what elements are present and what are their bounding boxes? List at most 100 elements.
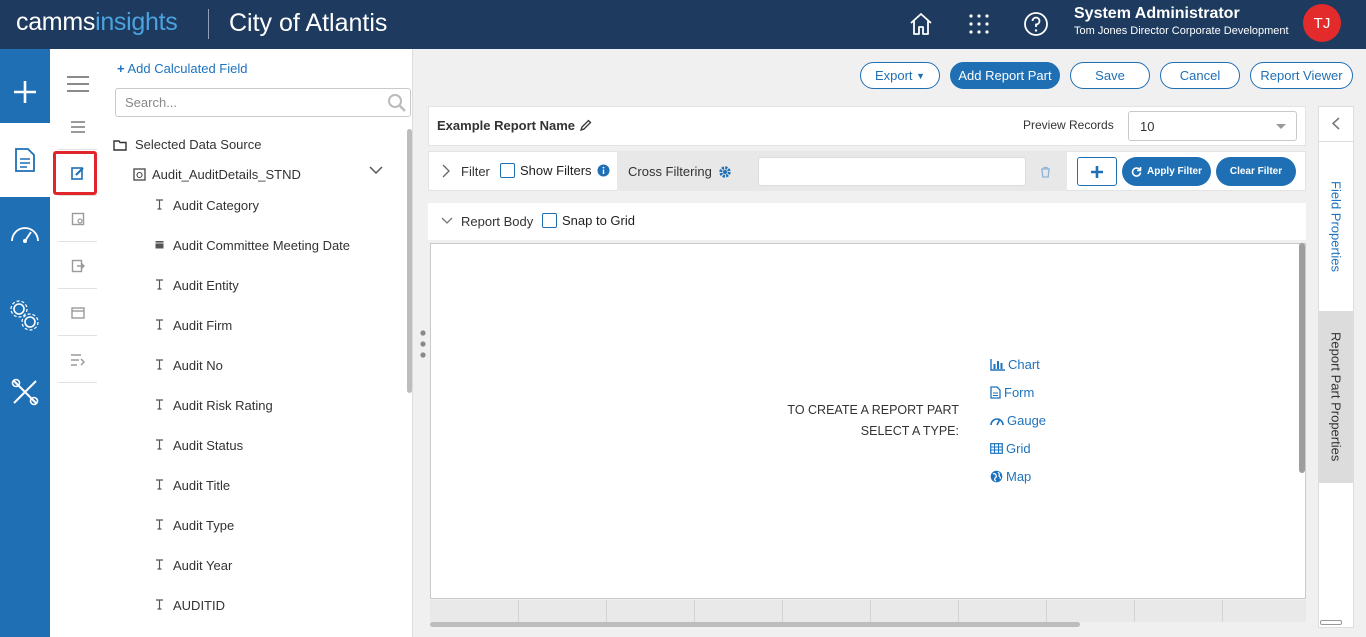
- calendar-icon: [155, 240, 164, 252]
- text-field-icon: [155, 518, 164, 533]
- tools-nav-item[interactable]: [0, 355, 50, 429]
- report-icon: [15, 148, 35, 172]
- header-divider: [208, 9, 209, 39]
- gear-icon[interactable]: [718, 165, 732, 179]
- add-report-part-button[interactable]: Add Report Part: [950, 62, 1060, 89]
- plus-icon: +: [117, 61, 125, 76]
- canvas-scrollbar[interactable]: [1299, 243, 1305, 473]
- add-filter-button[interactable]: [1077, 157, 1117, 186]
- caret-down-icon: [1276, 124, 1286, 129]
- apply-filter-button[interactable]: Apply Filter: [1122, 157, 1211, 186]
- field-list-item[interactable]: Audit Entity: [155, 278, 239, 293]
- refresh-icon: [1131, 167, 1142, 177]
- type-gauge-link[interactable]: Gauge: [990, 413, 1046, 428]
- gauge-icon: [990, 417, 1004, 425]
- filter-label[interactable]: Filter: [461, 164, 490, 179]
- field-list-item[interactable]: Audit Year: [155, 558, 232, 573]
- apps-grid-icon[interactable]: [964, 9, 994, 39]
- grid-table-icon: [990, 443, 1003, 454]
- export-dropdown-button[interactable]: Export ▼: [860, 62, 940, 89]
- form-icon: [990, 386, 1001, 399]
- table-icon: [133, 168, 146, 181]
- type-map-link[interactable]: Map: [990, 469, 1031, 484]
- info-icon[interactable]: [597, 164, 610, 177]
- hamburger-menu-icon[interactable]: [58, 61, 98, 107]
- text-field-icon: [155, 358, 164, 373]
- secondary-nav-rail: [50, 49, 98, 637]
- field-list-panel: + Add Calculated Field Selected Data Sou…: [97, 49, 413, 637]
- chevron-right-icon[interactable]: [442, 164, 450, 181]
- field-list-item[interactable]: Audit Status: [155, 438, 243, 453]
- help-icon[interactable]: [1021, 9, 1051, 39]
- cancel-button[interactable]: Cancel: [1160, 62, 1240, 89]
- field-list-item[interactable]: Audit Title: [155, 478, 230, 493]
- text-field-icon: [155, 318, 164, 333]
- caret-down-icon: ▼: [916, 70, 926, 81]
- dashboard-gauge-icon: [11, 227, 39, 243]
- type-chart-link[interactable]: Chart: [990, 357, 1040, 372]
- clear-filter-button[interactable]: Clear Filter: [1216, 157, 1296, 186]
- report-body-label[interactable]: Report Body: [461, 214, 533, 229]
- search-icon[interactable]: [387, 93, 407, 113]
- chevron-left-icon: [1332, 117, 1340, 130]
- folder-open-icon: [113, 139, 127, 151]
- user-avatar[interactable]: TJ: [1303, 4, 1341, 42]
- selected-data-source[interactable]: Selected Data Source: [113, 137, 261, 152]
- add-calculated-field-link[interactable]: + Add Calculated Field: [117, 61, 247, 76]
- show-filters-toggle[interactable]: Show Filters: [500, 163, 610, 178]
- text-field-icon: [155, 558, 164, 573]
- type-grid-link[interactable]: Grid: [990, 441, 1031, 456]
- panel-splitter-handle[interactable]: [420, 330, 426, 360]
- camms-insights-logo[interactable]: cammsinsights: [16, 8, 178, 37]
- collapse-panel-button[interactable]: [1318, 106, 1354, 142]
- chevron-down-icon[interactable]: [441, 217, 453, 225]
- text-field-icon: [155, 598, 164, 613]
- settings-gears-icon: [10, 300, 39, 331]
- field-list-item[interactable]: Audit Firm: [155, 318, 232, 333]
- field-list-item[interactable]: Audit No: [155, 358, 223, 373]
- field-list-scrollbar[interactable]: [407, 129, 412, 393]
- snap-to-grid-toggle[interactable]: Snap to Grid: [542, 213, 635, 228]
- field-search-input[interactable]: [115, 88, 411, 117]
- field-list-item[interactable]: Audit Category: [155, 198, 259, 213]
- settings-nav-item[interactable]: [0, 279, 50, 353]
- add-nav-item[interactable]: [0, 55, 50, 129]
- globe-icon: [990, 470, 1003, 483]
- report-preview-icon[interactable]: [58, 196, 98, 242]
- user-name[interactable]: System Administrator: [1074, 5, 1240, 23]
- panel-resize-handle[interactable]: [1320, 620, 1342, 625]
- list-icon[interactable]: [58, 104, 98, 150]
- preview-records-select[interactable]: 10: [1128, 111, 1297, 141]
- canvas-horizontal-scrollbar[interactable]: [430, 622, 1080, 627]
- reports-nav-item[interactable]: [0, 123, 50, 197]
- report-viewer-button[interactable]: Report Viewer: [1250, 62, 1353, 89]
- show-filters-checkbox[interactable]: [500, 163, 515, 178]
- tools-icon: [11, 378, 39, 406]
- bar-chart-icon: [990, 358, 1005, 371]
- column-grid-strip: [430, 600, 1306, 622]
- dashboards-nav-item[interactable]: [0, 197, 50, 271]
- pencil-icon[interactable]: [579, 119, 592, 132]
- text-field-icon: [155, 198, 164, 213]
- cross-filter-input[interactable]: [758, 157, 1026, 186]
- text-field-icon: [155, 398, 164, 413]
- calendar-icon[interactable]: [58, 290, 98, 336]
- data-table-node[interactable]: Audit_AuditDetails_STND: [133, 167, 301, 182]
- export-icon[interactable]: [58, 243, 98, 289]
- home-icon[interactable]: [906, 9, 936, 39]
- trash-icon[interactable]: [1040, 166, 1051, 178]
- type-form-link[interactable]: Form: [990, 385, 1034, 400]
- chevron-down-icon[interactable]: [369, 165, 383, 175]
- field-list-item[interactable]: AUDITID: [155, 598, 225, 613]
- field-list-item[interactable]: Audit Type: [155, 518, 234, 533]
- field-list-item[interactable]: Audit Committee Meeting Date: [155, 238, 350, 253]
- tab-report-part-properties[interactable]: Report Part Properties: [1319, 311, 1353, 483]
- main-nav-rail: [0, 49, 50, 637]
- field-list-item[interactable]: Audit Risk Rating: [155, 398, 273, 413]
- save-button[interactable]: Save: [1070, 62, 1150, 89]
- tab-field-properties[interactable]: Field Properties: [1319, 143, 1353, 311]
- snap-to-grid-checkbox[interactable]: [542, 213, 557, 228]
- sort-list-icon[interactable]: [58, 337, 98, 383]
- plus-icon: [1091, 165, 1103, 178]
- report-name[interactable]: Example Report Name: [437, 118, 592, 133]
